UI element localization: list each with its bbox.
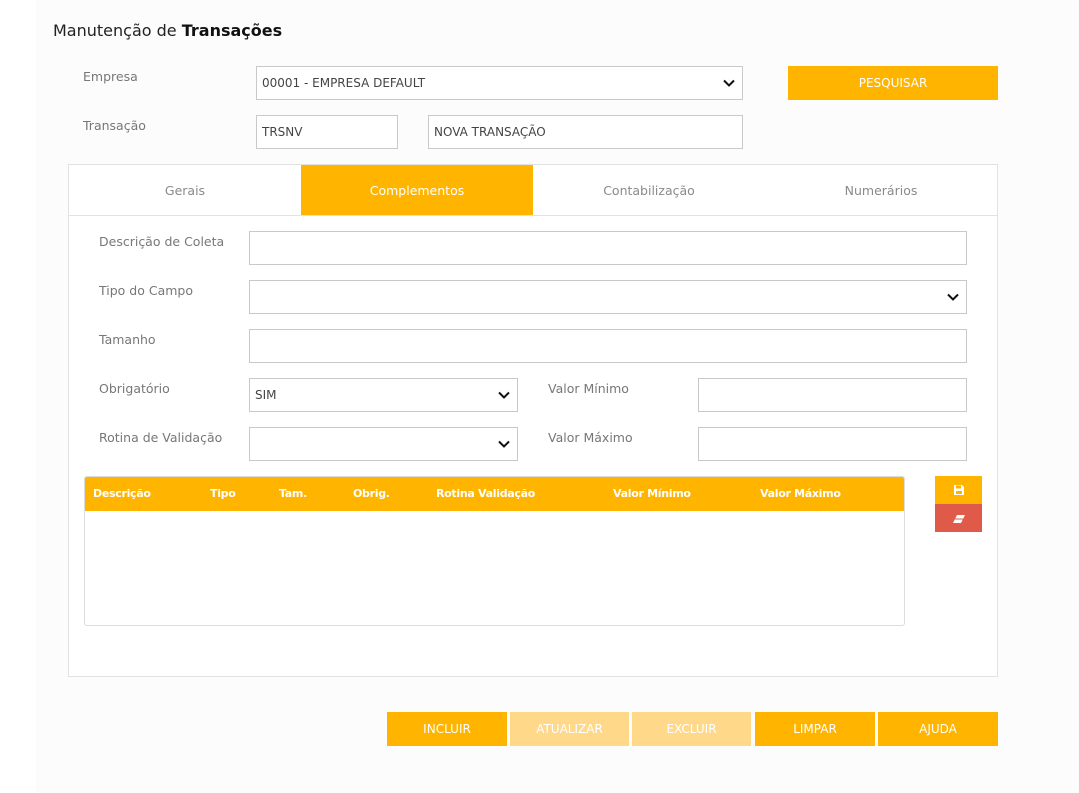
chevron-down-icon [947, 290, 959, 304]
grid-header-valor-minimo[interactable]: Valor Mínimo [613, 477, 691, 511]
descricao-coleta-input[interactable] [249, 231, 967, 265]
grid-header-tipo[interactable]: Tipo [210, 477, 236, 511]
transacao-label: Transação [83, 118, 146, 133]
chevron-down-icon [498, 437, 510, 451]
tab-bar: Gerais Complementos Contabilização Numer… [69, 165, 997, 216]
grid-header-obrig[interactable]: Obrig. [353, 477, 390, 511]
complementos-grid: Descrição Tipo Tam. Obrig. Rotina Valida… [84, 476, 905, 626]
grid-header: Descrição Tipo Tam. Obrig. Rotina Valida… [85, 477, 904, 511]
transacao-code-value: TRSNV [262, 125, 303, 139]
page-title-prefix: Manutenção de [53, 21, 182, 40]
tab-gerais[interactable]: Gerais [69, 165, 301, 215]
grid-header-tam[interactable]: Tam. [279, 477, 307, 511]
obrigatorio-label: Obrigatório [99, 381, 170, 396]
obrigatorio-value: SIM [255, 388, 277, 402]
empresa-select[interactable]: 00001 - EMPRESA DEFAULT [256, 66, 743, 100]
grid-header-valor-maximo[interactable]: Valor Máximo [760, 477, 841, 511]
atualizar-button[interactable]: ATUALIZAR [510, 712, 629, 746]
transacao-desc-value: NOVA TRANSAÇÃO [434, 125, 546, 139]
grid-header-rotina[interactable]: Rotina Validação [436, 477, 535, 511]
rotina-validacao-select[interactable] [249, 427, 518, 461]
tamanho-input[interactable] [249, 329, 967, 363]
clear-button[interactable] [935, 504, 982, 532]
tab-contabilizacao[interactable]: Contabilização [533, 165, 765, 215]
tipo-campo-select[interactable] [249, 280, 967, 314]
save-icon [953, 481, 965, 500]
chevron-down-icon [723, 76, 735, 90]
limpar-button[interactable]: LIMPAR [755, 712, 875, 746]
tab-numerarios[interactable]: Numerários [765, 165, 997, 215]
page-title: Manutenção de Transações [53, 21, 282, 40]
ajuda-button[interactable]: AJUDA [878, 712, 998, 746]
valor-minimo-input[interactable] [698, 378, 967, 412]
transacao-desc-input[interactable]: NOVA TRANSAÇÃO [428, 115, 743, 149]
obrigatorio-select[interactable]: SIM [249, 378, 518, 412]
page-title-bold: Transações [181, 21, 283, 40]
grid-header-descricao[interactable]: Descrição [93, 477, 151, 511]
empresa-select-value: 00001 - EMPRESA DEFAULT [262, 76, 426, 90]
descricao-coleta-label: Descrição de Coleta [99, 234, 225, 249]
eraser-icon [952, 509, 966, 528]
valor-minimo-label: Valor Mínimo [548, 381, 629, 396]
incluir-button[interactable]: INCLUIR [387, 712, 507, 746]
valor-maximo-input[interactable] [698, 427, 967, 461]
transacao-code-input[interactable]: TRSNV [256, 115, 398, 149]
tipo-campo-label: Tipo do Campo [99, 283, 193, 298]
valor-maximo-label: Valor Máximo [548, 430, 633, 445]
tamanho-label: Tamanho [99, 332, 156, 347]
excluir-button[interactable]: EXCLUIR [632, 712, 751, 746]
rotina-validacao-label: Rotina de Validação [99, 430, 223, 445]
save-button[interactable] [935, 476, 982, 504]
pesquisar-button[interactable]: PESQUISAR [788, 66, 998, 100]
tab-complementos[interactable]: Complementos [301, 165, 533, 215]
chevron-down-icon [498, 388, 510, 402]
empresa-label: Empresa [83, 69, 138, 84]
